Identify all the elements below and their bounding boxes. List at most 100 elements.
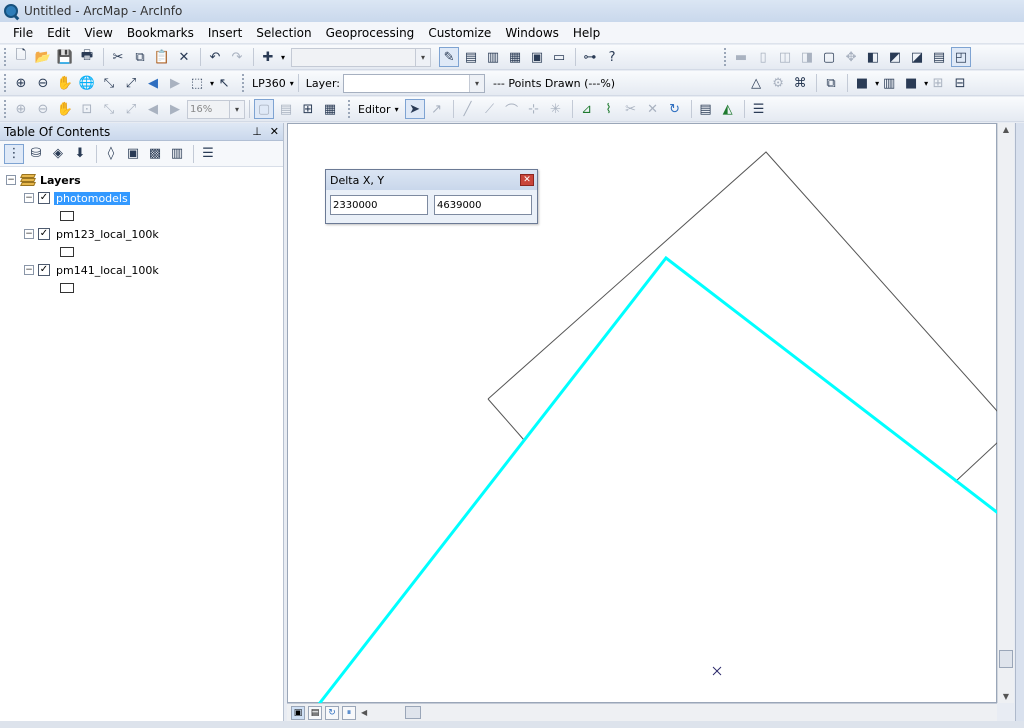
layout-tool-icon[interactable]: ◪ <box>907 47 927 67</box>
layout-tool-icon[interactable]: ◫ <box>775 47 795 67</box>
scroll-left-icon[interactable]: ◀ <box>361 708 367 717</box>
lp360-tool-icon[interactable]: ⊞ <box>928 73 948 93</box>
paste-icon[interactable]: 📋 <box>152 47 172 67</box>
edit-vertices-icon[interactable]: ⊿ <box>577 99 597 119</box>
fixed-zoom-in-icon[interactable]: ⤡ <box>99 73 119 93</box>
chevron-down-icon[interactable]: ▾ <box>290 79 294 88</box>
layer-visibility-checkbox[interactable]: ✓ <box>38 192 50 204</box>
layout-tool-icon[interactable]: ▤ <box>276 99 296 119</box>
toc-tool-icon[interactable]: ▣ <box>123 144 143 164</box>
pin-icon[interactable]: ⊥ <box>252 125 262 138</box>
zoom-in-icon[interactable]: ⊕ <box>11 73 31 93</box>
chevron-down-icon[interactable]: ▾ <box>229 100 244 118</box>
layout-tool-icon[interactable]: ▤ <box>929 47 949 67</box>
toc-tool-icon[interactable]: ▩ <box>145 144 165 164</box>
arc-segment-icon[interactable]: ⌒ <box>502 99 522 119</box>
toc-window-icon[interactable]: ▤ <box>461 47 481 67</box>
lp360-menu[interactable]: LP360 <box>252 77 286 90</box>
menu-bookmarks[interactable]: Bookmarks <box>120 22 201 44</box>
save-icon[interactable]: 💾 <box>55 47 75 67</box>
add-data-icon[interactable]: ✚ <box>258 47 278 67</box>
layer-visibility-checkbox[interactable]: ✓ <box>38 228 50 240</box>
toolbar-grip[interactable] <box>4 100 8 118</box>
trace-icon[interactable]: ⟋ <box>480 99 500 119</box>
collapse-icon[interactable]: − <box>6 175 16 185</box>
forward-extent-icon[interactable]: ▶ <box>165 73 185 93</box>
photomodel-outline-edge[interactable] <box>954 441 998 483</box>
lp360-tool-icon[interactable]: ⊟ <box>950 73 970 93</box>
georef-tool-icon[interactable]: ⤡ <box>99 99 119 119</box>
layout-tool-icon[interactable]: ◰ <box>951 47 972 67</box>
rotate-icon[interactable]: ↻ <box>665 99 685 119</box>
toolbar-grip[interactable] <box>242 74 246 92</box>
list-by-selection-icon[interactable]: ⬇ <box>70 144 90 164</box>
layout-tool-icon[interactable]: ◨ <box>797 47 817 67</box>
pan-center-icon[interactable]: ✥ <box>841 47 861 67</box>
polygon-symbol-swatch[interactable] <box>60 247 74 257</box>
menu-geoprocessing[interactable]: Geoprocessing <box>319 22 422 44</box>
scroll-thumb[interactable] <box>999 650 1013 668</box>
tree-layer-row[interactable]: − ✓ photomodels <box>6 189 283 207</box>
chevron-down-icon[interactable]: ▾ <box>468 74 484 92</box>
select-features-icon[interactable]: ⬚ <box>187 73 207 93</box>
georef-tool-icon[interactable]: ⊡ <box>77 99 97 119</box>
copy-icon[interactable]: ⧉ <box>130 47 150 67</box>
midpoint-icon[interactable]: ✳ <box>546 99 566 119</box>
open-folder-icon[interactable]: 📂 <box>33 47 53 67</box>
menu-edit[interactable]: Edit <box>40 22 77 44</box>
menu-file[interactable]: File <box>6 22 40 44</box>
georef-tool-icon[interactable]: ⊖ <box>33 99 53 119</box>
straight-segment-icon[interactable]: ╱ <box>458 99 478 119</box>
refresh-icon[interactable]: ↻ <box>325 705 339 720</box>
whats-this-icon[interactable]: ? <box>602 47 622 67</box>
layer-name[interactable]: pm141_local_100k <box>54 264 161 277</box>
menu-windows[interactable]: Windows <box>498 22 566 44</box>
data-view-icon[interactable]: ▣ <box>291 705 305 720</box>
tree-layer-row[interactable]: − ✓ pm141_local_100k <box>6 261 283 279</box>
layout-tool-icon[interactable]: ▬ <box>731 47 751 67</box>
toc-tool-icon[interactable]: ◊ <box>101 144 121 164</box>
collapse-icon[interactable]: − <box>24 229 34 239</box>
cut-polygons-icon[interactable]: ✂ <box>621 99 641 119</box>
layout-view-icon[interactable]: ▤ <box>308 705 322 720</box>
menu-insert[interactable]: Insert <box>201 22 249 44</box>
split-icon[interactable]: ✕ <box>643 99 663 119</box>
search-window-icon[interactable]: ▦ <box>505 47 525 67</box>
delete-icon[interactable]: ✕ <box>174 47 194 67</box>
point-tool-icon[interactable]: ⊹ <box>524 99 544 119</box>
new-document-icon[interactable]: 🗋 <box>11 47 31 67</box>
collapse-icon[interactable]: − <box>24 193 34 203</box>
list-by-visibility-icon[interactable]: ◈ <box>48 144 68 164</box>
georef-tool-icon[interactable]: ▶ <box>165 99 185 119</box>
list-by-drawing-order-icon[interactable]: ⋮ <box>4 143 24 164</box>
sketch-properties-icon[interactable]: ◭ <box>718 99 738 119</box>
print-icon[interactable]: 🖶 <box>77 47 97 67</box>
cut-icon[interactable]: ✂ <box>108 47 128 67</box>
python-window-icon[interactable]: ▭ <box>549 47 569 67</box>
fixed-zoom-out-icon[interactable]: ⤢ <box>121 73 141 93</box>
options-icon[interactable]: ☰ <box>198 144 218 164</box>
delta-y-input[interactable] <box>434 195 532 215</box>
layout-tool-icon[interactable]: ◩ <box>885 47 905 67</box>
menu-help[interactable]: Help <box>566 22 607 44</box>
pause-drawing-icon[interactable]: ⏸ <box>342 705 356 720</box>
toc-tool-icon[interactable]: ▥ <box>167 144 187 164</box>
reshape-icon[interactable]: ⌇ <box>599 99 619 119</box>
select-elements-icon[interactable]: ↖ <box>214 73 234 93</box>
selected-polygon-edge[interactable] <box>317 255 998 704</box>
create-features-icon[interactable]: ☰ <box>749 99 769 119</box>
tree-layer-row[interactable]: − ✓ pm123_local_100k <box>6 225 283 243</box>
fill-color-icon[interactable]: ■ <box>852 73 872 93</box>
outline-color-icon[interactable]: ■ <box>901 73 921 93</box>
polygon-symbol-swatch[interactable] <box>60 283 74 293</box>
georef-tool-icon[interactable]: ✋ <box>55 99 75 119</box>
menu-customize[interactable]: Customize <box>421 22 498 44</box>
menu-selection[interactable]: Selection <box>249 22 318 44</box>
layout-tool-icon[interactable]: ⊞ <box>298 99 318 119</box>
map-vertical-scrollbar[interactable]: ▲ ▼ <box>997 123 1014 703</box>
georef-tool-icon[interactable]: ◀ <box>143 99 163 119</box>
frame-icon[interactable]: ▢ <box>819 47 839 67</box>
back-extent-icon[interactable]: ◀ <box>143 73 163 93</box>
pan-hand-icon[interactable]: ✋ <box>55 73 75 93</box>
toolbar-grip[interactable] <box>4 48 8 66</box>
